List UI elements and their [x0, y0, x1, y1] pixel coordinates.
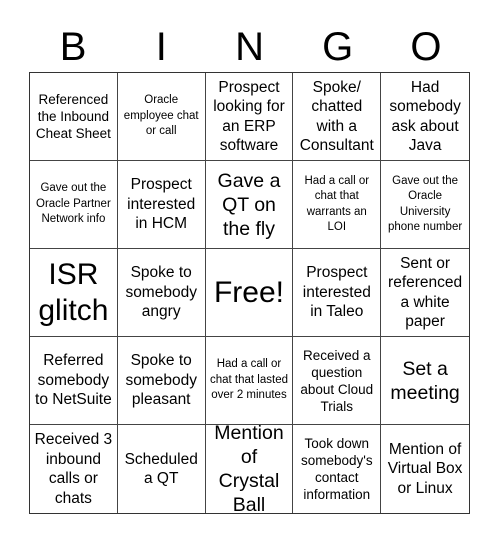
bingo-cell[interactable]: Sent or referenced a white paper	[381, 249, 469, 337]
bingo-cell[interactable]: Took down somebody's contact information	[293, 425, 382, 513]
bingo-cell[interactable]: Had a call or chat that lasted over 2 mi…	[205, 337, 294, 425]
bingo-cell[interactable]: Mention of Crystal Ball	[206, 425, 294, 513]
bingo-grid: Referenced the Inbound Cheat Sheet Oracl…	[29, 72, 470, 514]
cell-text: ISR glitch	[38, 257, 109, 327]
bingo-cell[interactable]: Had somebody ask about Java	[381, 73, 469, 161]
cell-text: Spoke to somebody angry	[125, 264, 197, 321]
bingo-header: B I N G O	[29, 22, 470, 72]
bingo-cell[interactable]: Mention of Virtual Box or Linux	[381, 425, 469, 513]
bingo-cell[interactable]: Prospect interested in HCM	[117, 161, 206, 249]
bingo-cell[interactable]: Scheduled a QT	[118, 425, 206, 513]
bingo-cell[interactable]: Referenced the Inbound Cheat Sheet	[30, 73, 118, 161]
cell-text: Free!	[213, 275, 284, 309]
bingo-cell[interactable]: Set a meeting	[381, 337, 469, 425]
cell-text: Gave out the Oracle University phone num…	[388, 174, 463, 234]
cell-text: Received 3 inbound calls or chats	[34, 431, 113, 507]
bingo-cell[interactable]: Gave a QT on the fly	[205, 161, 294, 249]
cell-text: Set a meeting	[390, 357, 460, 404]
cell-text: Prospect interested in HCM	[127, 176, 196, 233]
bingo-cell[interactable]: Received 3 inbound calls or chats	[30, 425, 118, 513]
cell-text: Had a call or chat that lasted over 2 mi…	[209, 358, 288, 402]
header-letter-i: I	[155, 25, 167, 69]
cell-text: Mention of Crystal Ball	[214, 425, 284, 513]
cell-text: Scheduled a QT	[124, 450, 198, 488]
cell-text: Spoke/ chatted with a Consultant	[299, 78, 374, 155]
bingo-cell[interactable]: Referred somebody to NetSuite	[30, 337, 118, 425]
bingo-cell[interactable]: Spoke to somebody pleasant	[117, 337, 206, 425]
bingo-cell[interactable]: Oracle employee chat or call	[117, 73, 206, 161]
cell-text: Sent or referenced a white paper	[388, 254, 463, 331]
cell-text: Gave out the Oracle Partner Network info	[36, 182, 111, 226]
cell-text: Referenced the Inbound Cheat Sheet	[35, 92, 111, 141]
bingo-cell[interactable]: Received a question about Cloud Trials	[293, 337, 382, 425]
bingo-cell[interactable]: Spoke to somebody angry	[117, 249, 206, 337]
cell-text: Took down somebody's contact information	[300, 436, 373, 502]
cell-text: Mention of Virtual Box or Linux	[387, 440, 463, 497]
header-letter-n: N	[235, 25, 264, 69]
free-space-cell[interactable]: Free!	[205, 249, 294, 337]
cell-text: Prospect looking for an ERP software	[213, 78, 285, 155]
bingo-cell[interactable]: Had a call or chat that warrants an LOI	[293, 161, 382, 249]
bingo-cell[interactable]: ISR glitch	[30, 249, 118, 337]
bingo-cell[interactable]: Prospect interested in Taleo	[293, 249, 382, 337]
cell-text: Had somebody ask about Java	[389, 78, 461, 155]
cell-text: Received a question about Cloud Trials	[300, 347, 374, 414]
header-letter-o: O	[410, 25, 442, 69]
header-letter-g: G	[322, 25, 354, 69]
cell-text: Prospect interested in Taleo	[302, 264, 371, 321]
bingo-cell[interactable]: Spoke/ chatted with a Consultant	[293, 73, 382, 161]
cell-text: Oracle employee chat or call	[123, 94, 199, 138]
header-letter-b: B	[59, 25, 87, 69]
bingo-cell[interactable]: Gave out the Oracle University phone num…	[381, 161, 469, 249]
cell-text: Gave a QT on the fly	[217, 169, 281, 240]
cell-text: Referred somebody to NetSuite	[35, 352, 112, 409]
cell-text: Spoke to somebody pleasant	[125, 352, 197, 409]
bingo-cell[interactable]: Prospect looking for an ERP software	[205, 73, 294, 161]
bingo-cell[interactable]: Gave out the Oracle Partner Network info	[30, 161, 118, 249]
cell-text: Had a call or chat that warrants an LOI	[304, 174, 370, 234]
